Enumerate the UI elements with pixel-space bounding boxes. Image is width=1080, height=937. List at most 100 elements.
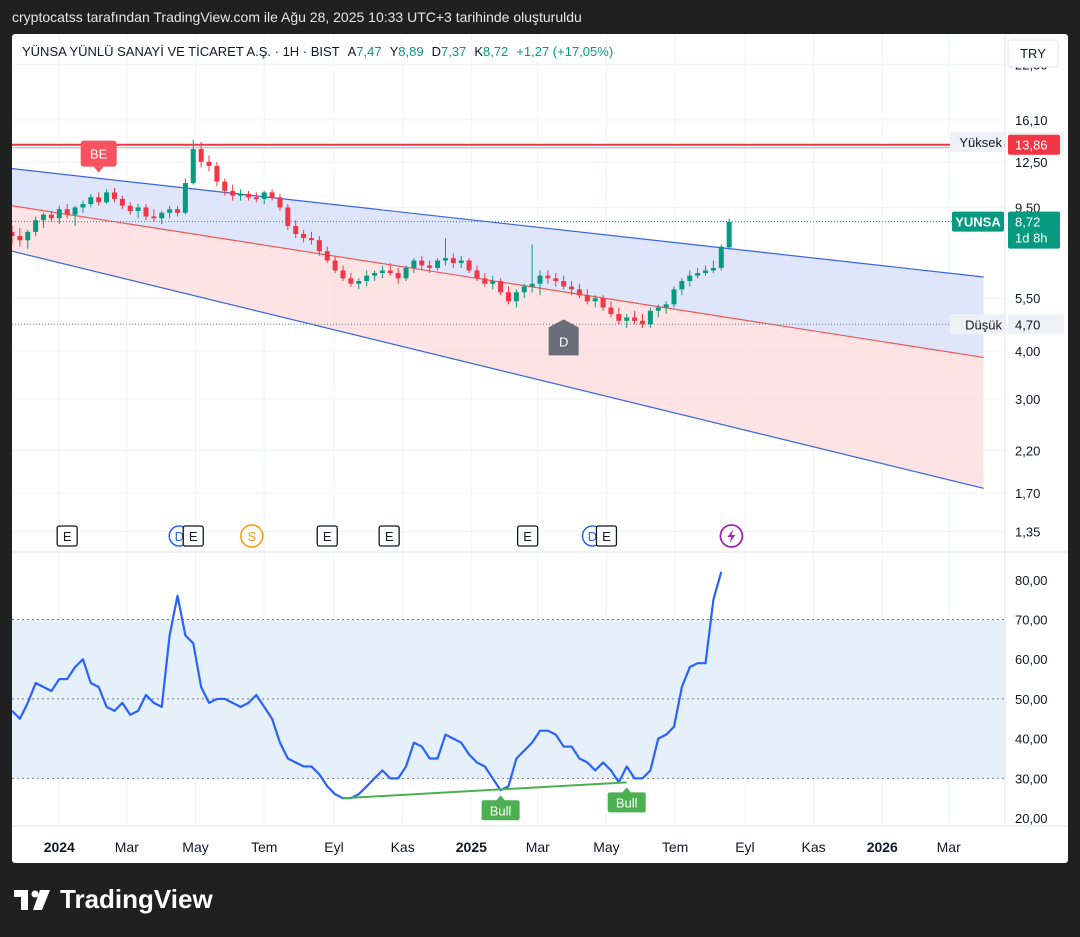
candle-body (222, 181, 228, 191)
candle-body (214, 165, 220, 182)
event-flash[interactable] (719, 524, 744, 548)
candle-body (277, 197, 283, 208)
bull-divergence-line[interactable] (342, 781, 627, 800)
event-e[interactable]: E (378, 525, 400, 547)
legend-close-label: K (474, 44, 483, 59)
candle-body (584, 295, 590, 302)
candle[interactable] (206, 155, 212, 172)
candle-body (553, 278, 559, 282)
candle-body (576, 289, 582, 296)
price-label-tag: Yüksek (959, 135, 1002, 150)
event-text: E (63, 529, 72, 544)
event-de[interactable]: DE (581, 525, 618, 547)
price-label-3[interactable]: Düşük 4,70 (950, 314, 1064, 335)
candle-body (435, 260, 441, 268)
rsi-tick-label: 70,00 (1015, 613, 1048, 628)
candle-body (119, 198, 125, 206)
candle-body (679, 281, 685, 290)
marker-be[interactable]: BE (80, 140, 117, 173)
candle-body (340, 270, 346, 279)
candle-body (663, 304, 669, 308)
candle-body (88, 197, 94, 204)
event-e[interactable]: E (516, 525, 539, 547)
price-tick-label: 3,00 (1015, 392, 1040, 407)
bull-text: Bull (616, 795, 638, 810)
candle-body (490, 281, 496, 284)
candle-body (175, 209, 180, 213)
candle-body (419, 260, 425, 266)
price-label-countdown: 1d 8h (1015, 231, 1048, 246)
candle[interactable] (214, 161, 220, 187)
candle-body (356, 281, 362, 284)
candle-body (671, 289, 677, 305)
event-e[interactable]: E (316, 525, 338, 547)
price-label-value: 8,72 (1015, 215, 1040, 230)
legend-open: 7,47 (356, 44, 381, 59)
candle-body (569, 286, 575, 290)
x-tick-label: Eyl (735, 839, 754, 855)
x-tick-label: Mar (526, 839, 550, 855)
candle-body (238, 194, 244, 196)
candle-body (12, 231, 15, 236)
candle-body (308, 238, 314, 241)
candle-body (80, 203, 86, 208)
candle-body (458, 260, 464, 263)
event-s[interactable]: S (240, 524, 264, 548)
candle[interactable] (718, 244, 724, 271)
rsi-tick-label: 50,00 (1015, 692, 1048, 707)
tradingview-brand: TradingView (14, 884, 213, 915)
candle-body (608, 307, 614, 315)
candle-body (466, 260, 472, 271)
candle-body (316, 240, 322, 252)
candle[interactable] (190, 139, 196, 185)
event-e[interactable]: E (56, 525, 78, 547)
x-tick-label: Tem (251, 839, 277, 855)
candle-body (411, 260, 417, 268)
event-de[interactable]: DE (168, 525, 204, 547)
price-tick-label: 5,50 (1015, 291, 1040, 306)
currency-selector[interactable]: TRY (1007, 39, 1059, 68)
candle-body (33, 220, 39, 232)
chart-svg[interactable]: BEDEDESEEEDEBullBull22,5016,1012,509,505… (12, 34, 1068, 863)
chart-panel[interactable]: BEDEDESEEEDEBullBull22,5016,1012,509,505… (12, 34, 1068, 863)
currency-label: TRY (1020, 46, 1046, 61)
price-tick-label: 2,20 (1015, 443, 1040, 458)
legend-change: +1,27 (+17,05%) (516, 44, 613, 59)
legend-low-label: D (432, 44, 441, 59)
x-tick-label: Tem (662, 839, 688, 855)
event-text: E (523, 529, 532, 544)
candle-body (695, 273, 701, 276)
price-tick-label: 1,35 (1015, 524, 1040, 539)
candle-body (48, 214, 54, 219)
bull-text: Bull (490, 803, 512, 818)
bull-label[interactable]: Bull (607, 787, 646, 813)
candle-body (348, 278, 354, 284)
chart-caption: cryptocatss tarafından TradingView.com i… (12, 9, 582, 25)
candle-body (41, 214, 47, 221)
candle-body (332, 260, 338, 271)
candle-body (521, 286, 527, 293)
tradingview-logo-icon (14, 889, 50, 910)
price-label-2[interactable]: YUNSA 8,721d 8h (952, 211, 1060, 249)
candle-body (167, 209, 173, 213)
price-label-tag: YUNSA (955, 215, 1001, 230)
candle-body (245, 194, 251, 198)
bull-label[interactable]: Bull (481, 795, 520, 821)
event-text: D (175, 529, 184, 544)
event-text: E (189, 529, 198, 544)
chart-legend[interactable]: YÜNSA YÜNLÜ SANAYİ VE TİCARET A.Ş. · 1H … (22, 44, 613, 59)
candle-body (111, 192, 117, 199)
candle-body (403, 267, 409, 279)
candle-body (718, 246, 724, 268)
candle-body (687, 275, 693, 282)
marker-label: D (559, 334, 568, 349)
x-tick-label: Kas (802, 839, 826, 855)
candle[interactable] (182, 178, 188, 215)
rsi-tick-label: 20,00 (1015, 811, 1048, 826)
x-tick-label: 2026 (867, 839, 898, 855)
candle-body (64, 209, 70, 215)
candle[interactable] (726, 218, 732, 250)
price-label-1[interactable]: 13,86 (1008, 134, 1060, 155)
candle-body (17, 235, 23, 241)
price-label-value: 13,86 (1015, 138, 1048, 153)
